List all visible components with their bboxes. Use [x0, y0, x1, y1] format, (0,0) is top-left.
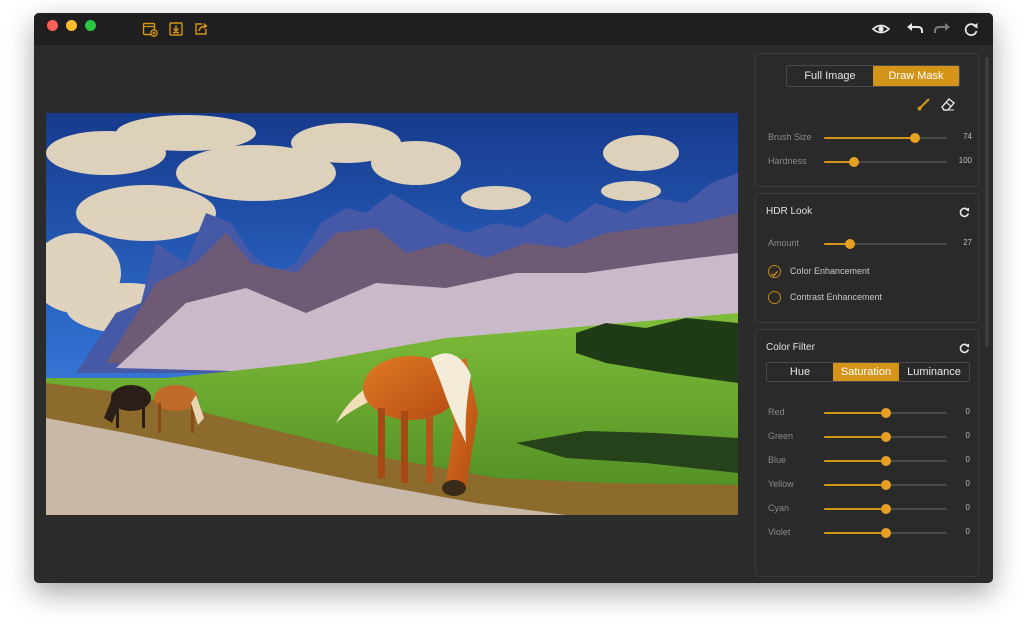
green-value: 0: [965, 431, 970, 440]
blue-label: Blue: [768, 455, 787, 465]
draw-mask-tab[interactable]: Draw Mask: [873, 66, 959, 86]
brush-icon[interactable]: [916, 96, 932, 112]
app-window: Full Image Draw Mask Brush Size 74 Hardn…: [34, 13, 993, 583]
color-filter-mode-toggle: Hue Saturation Luminance: [766, 362, 970, 382]
brush-size-value: 74: [963, 132, 972, 141]
blue-thumb[interactable]: [880, 456, 891, 466]
amount-slider[interactable]: [824, 239, 947, 249]
title-bar: [34, 13, 993, 45]
minimize-window-button[interactable]: [66, 20, 77, 31]
color-filter-title: Color Filter: [766, 342, 815, 353]
red-thumb[interactable]: [880, 408, 891, 418]
color-filter-reset-icon[interactable]: [958, 342, 970, 354]
yellow-label: Yellow: [768, 479, 794, 489]
preview-eye-icon[interactable]: [872, 21, 890, 37]
amount-label: Amount: [768, 238, 800, 248]
contrast-enhancement-label: Contrast Enhancement: [790, 292, 883, 302]
red-label: Red: [768, 407, 785, 417]
export-icon[interactable]: [193, 21, 209, 37]
cyan-thumb[interactable]: [880, 504, 891, 514]
yellow-fill: [824, 484, 886, 486]
adjustments-sidebar: Full Image Draw Mask Brush Size 74 Hardn…: [753, 45, 993, 583]
violet-fill: [824, 532, 886, 534]
full-image-tab[interactable]: Full Image: [787, 66, 873, 86]
edited-photo[interactable]: [46, 113, 738, 515]
yellow-value: 0: [965, 479, 970, 488]
mask-panel: Full Image Draw Mask Brush Size 74 Hardn…: [755, 53, 979, 187]
red-value: 0: [965, 407, 970, 416]
color-enhancement-checkbox[interactable]: [768, 265, 781, 278]
zoom-window-button[interactable]: [85, 20, 96, 31]
green-fill: [824, 436, 886, 438]
sidebar-scrollbar[interactable]: [985, 57, 989, 347]
violet-slider[interactable]: [824, 528, 947, 538]
close-window-button[interactable]: [47, 20, 58, 31]
mask-mode-toggle: Full Image Draw Mask: [786, 65, 960, 87]
contrast-enhancement-checkbox[interactable]: [768, 291, 781, 304]
brush-size-fill: [824, 137, 916, 139]
import-icon[interactable]: [168, 21, 184, 37]
open-image-icon[interactable]: [142, 21, 158, 37]
green-slider[interactable]: [824, 432, 947, 442]
amount-thumb[interactable]: [844, 239, 855, 249]
violet-label: Violet: [768, 527, 791, 537]
color-filter-panel: Color Filter Hue Saturation Luminance Re…: [755, 329, 979, 577]
brush-size-slider[interactable]: [824, 133, 947, 143]
brush-size-thumb[interactable]: [910, 133, 921, 143]
hdr-look-panel: HDR Look Amount 27 Color Enhancement Con…: [755, 193, 979, 323]
eraser-icon[interactable]: [940, 96, 956, 112]
hardness-label: Hardness: [768, 156, 807, 166]
yellow-thumb[interactable]: [880, 480, 891, 490]
red-slider[interactable]: [824, 408, 947, 418]
cyan-slider[interactable]: [824, 504, 947, 514]
hdr-reset-icon[interactable]: [958, 206, 970, 218]
cyan-label: Cyan: [768, 503, 790, 513]
hardness-slider[interactable]: [824, 157, 947, 167]
blue-fill: [824, 460, 886, 462]
hdr-look-title: HDR Look: [766, 206, 813, 217]
redo-icon[interactable]: [933, 21, 951, 37]
hardness-value: 100: [958, 156, 972, 165]
hardness-thumb[interactable]: [848, 157, 859, 167]
green-thumb[interactable]: [880, 432, 891, 442]
amount-value: 27: [963, 238, 972, 247]
violet-thumb[interactable]: [880, 528, 891, 538]
red-fill: [824, 412, 886, 414]
brush-size-label: Brush Size: [768, 132, 812, 142]
undo-icon[interactable]: [906, 21, 924, 37]
hue-tab[interactable]: Hue: [767, 363, 833, 381]
canvas-area: [34, 45, 753, 583]
blue-value: 0: [965, 455, 970, 464]
saturation-tab[interactable]: Saturation: [833, 363, 899, 381]
cyan-fill: [824, 508, 886, 510]
luminance-tab[interactable]: Luminance: [899, 363, 969, 381]
cyan-value: 0: [965, 503, 970, 512]
yellow-slider[interactable]: [824, 480, 947, 490]
color-enhancement-label: Color Enhancement: [790, 266, 870, 276]
blue-slider[interactable]: [824, 456, 947, 466]
green-label: Green: [768, 431, 794, 441]
violet-value: 0: [965, 527, 970, 536]
refresh-icon[interactable]: [962, 21, 980, 37]
